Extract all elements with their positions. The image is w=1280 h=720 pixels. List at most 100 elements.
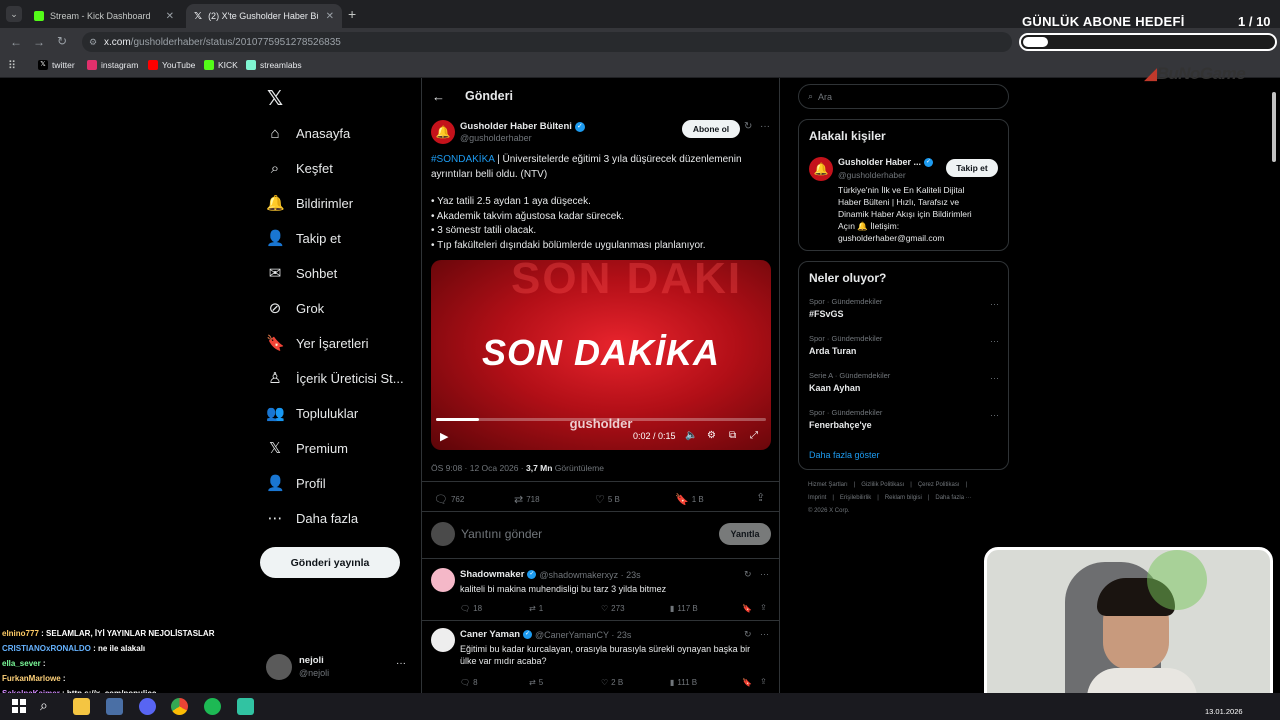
- subscribe-button[interactable]: Abone ol: [682, 120, 740, 138]
- reload-icon[interactable]: ↻: [57, 34, 67, 48]
- trend-item[interactable]: Spor · Gündemdekiler #FSvGS ···: [809, 297, 999, 319]
- footer-link[interactable]: Daha fazla ···: [935, 495, 971, 501]
- bookmark-icon[interactable]: 🔖: [742, 604, 752, 613]
- back-icon[interactable]: ←: [10, 35, 22, 49]
- repost-action[interactable]: ⇄ 5: [529, 678, 543, 687]
- more-icon[interactable]: ···: [990, 299, 999, 309]
- discord-icon[interactable]: [139, 698, 156, 715]
- close-tab-icon[interactable]: ✕: [166, 11, 174, 22]
- nav-item-more[interactable]: ⋯ Daha fazla: [266, 504, 359, 532]
- volume-icon[interactable]: 🔈: [685, 430, 697, 441]
- bookmark-action[interactable]: 🔖 1 B: [675, 493, 704, 506]
- nav-item-search[interactable]: ⌕ Keşfet: [266, 154, 333, 182]
- account-switcher[interactable]: nejoli @nejoli ···: [266, 652, 410, 682]
- footer-link[interactable]: Hizmet Şartları: [808, 482, 848, 488]
- post-button[interactable]: Gönderi yayınla: [260, 547, 400, 578]
- bookmark-instagram[interactable]: instagram: [87, 60, 138, 70]
- grok-icon[interactable]: ↻: [744, 629, 752, 640]
- like-action[interactable]: ♡ 273: [601, 604, 625, 613]
- more-icon[interactable]: ···: [990, 373, 999, 383]
- share-icon[interactable]: ⇪: [760, 603, 767, 612]
- back-arrow-icon[interactable]: ←: [432, 89, 445, 104]
- bookmark-icon[interactable]: 🔖: [742, 678, 752, 687]
- nav-item-bookmark[interactable]: 🔖 Yer İşaretleri: [266, 329, 369, 357]
- play-icon[interactable]: ▶: [440, 430, 448, 443]
- footer-link[interactable]: Erişilebilirlik: [840, 495, 871, 501]
- author-avatar[interactable]: 🔔: [431, 120, 455, 144]
- avatar[interactable]: [431, 628, 455, 652]
- forward-icon[interactable]: →: [33, 35, 45, 49]
- more-icon[interactable]: ···: [760, 629, 769, 639]
- page-scrollbar[interactable]: [1272, 92, 1276, 162]
- bookmark-youtube[interactable]: YouTube: [148, 60, 195, 70]
- windows-start-icon[interactable]: [12, 699, 26, 713]
- bookmark-twitter[interactable]: 𝕏twitter: [38, 60, 75, 70]
- avatar[interactable]: [431, 568, 455, 592]
- footer-link[interactable]: Reklam bilgisi: [885, 495, 922, 501]
- pip-icon[interactable]: ⧉: [729, 430, 736, 441]
- nav-item-home[interactable]: ⌂ Anasayfa: [266, 119, 350, 147]
- repost-action[interactable]: ⇄ 1: [529, 604, 543, 613]
- more-icon[interactable]: ···: [760, 569, 769, 579]
- like-action[interactable]: ♡ 5 B: [595, 493, 620, 506]
- streamlabs-icon[interactable]: [237, 698, 254, 715]
- video-seek-bar[interactable]: [436, 418, 766, 421]
- footer-link[interactable]: Gizlilik Politikası: [861, 482, 904, 488]
- views-action[interactable]: ▮ 117 B: [670, 604, 698, 613]
- show-more-link[interactable]: Daha fazla göster: [809, 450, 880, 460]
- trend-item[interactable]: Spor · Gündemdekiler Fenerbahçe'ye ···: [809, 408, 999, 430]
- grok-icon[interactable]: ↻: [744, 121, 752, 132]
- footer-link[interactable]: Çerez Politikası: [918, 482, 960, 488]
- reply-author[interactable]: Shadowmaker ✓ @shadowmakerxyz · 23s: [460, 569, 641, 580]
- grok-icon[interactable]: ↻: [744, 569, 752, 580]
- nav-item-creator[interactable]: ♙ İçerik Üreticisi St...: [266, 364, 403, 392]
- more-icon[interactable]: ···: [990, 410, 999, 420]
- share-icon[interactable]: ⇪: [760, 677, 767, 686]
- reply-item[interactable]: Caner Yaman ✓ @CanerYamanCY · 23s ↻ ··· Eğiti…: [422, 626, 779, 687]
- reply-item[interactable]: Shadowmaker ✓ @shadowmakerxyz · 23s ↻ ··· kal…: [422, 566, 779, 624]
- reply-button[interactable]: Yanıtla: [719, 523, 771, 545]
- taskbar-search-icon[interactable]: ⌕: [40, 697, 48, 714]
- nav-item-bell[interactable]: 🔔 Bildirimler: [266, 189, 353, 217]
- nav-item-profile[interactable]: 👤 Profil: [266, 469, 326, 497]
- app-icon[interactable]: [106, 698, 123, 715]
- follow-button[interactable]: Takip et: [946, 159, 998, 177]
- more-icon[interactable]: ···: [760, 121, 770, 132]
- views-action[interactable]: ▮ 111 B: [670, 678, 697, 687]
- video-player[interactable]: SON DAKİ SON DAKİKA gusholder ▶ 0:02 / 0…: [431, 260, 771, 450]
- spotify-icon[interactable]: [204, 698, 221, 715]
- settings-icon[interactable]: ⚙: [707, 430, 716, 441]
- nav-item-communities[interactable]: 👥 Topluluklar: [266, 399, 358, 427]
- nav-item-x[interactable]: 𝕏 Premium: [266, 434, 348, 462]
- tab-search-button[interactable]: ⌄: [6, 6, 22, 22]
- author-name[interactable]: Gusholder Haber Bülteni ✓: [460, 121, 585, 132]
- search-input[interactable]: ⌕ Ara: [798, 84, 1009, 109]
- reply-action[interactable]: 🗨 762: [434, 493, 464, 506]
- bookmark-kick[interactable]: KICK: [204, 60, 238, 70]
- chrome-icon[interactable]: [171, 698, 188, 715]
- site-info-icon[interactable]: ⚙: [89, 37, 97, 48]
- tab-x-post[interactable]: 𝕏 (2) X'te Gusholder Haber Bülten ✕: [186, 4, 342, 28]
- related-avatar[interactable]: 🔔: [809, 157, 833, 181]
- related-name[interactable]: Gusholder Haber ... ✓: [838, 157, 934, 167]
- close-tab-icon[interactable]: ✕: [326, 11, 334, 22]
- fullscreen-icon[interactable]: ⤢: [750, 430, 758, 441]
- hashtag-link[interactable]: #SONDAKİKA: [431, 154, 494, 165]
- reply-author[interactable]: Caner Yaman ✓ @CanerYamanCY · 23s: [460, 629, 631, 640]
- x-home-logo[interactable]: 𝕏: [267, 86, 283, 111]
- tab-kick-dashboard[interactable]: Stream - Kick Dashboard ✕: [26, 4, 182, 28]
- apps-grid-icon[interactable]: ⠿: [8, 59, 16, 72]
- nav-item-mail[interactable]: ✉ Sohbet: [266, 259, 338, 287]
- like-action[interactable]: ♡ 2 B: [601, 678, 623, 687]
- reply-action[interactable]: 🗨 18: [460, 604, 482, 613]
- bookmark-streamlabs[interactable]: streamlabs: [246, 60, 302, 70]
- footer-link[interactable]: Imprint: [808, 495, 826, 501]
- nav-item-follow[interactable]: 👤 Takip et: [266, 224, 341, 252]
- reply-action[interactable]: 🗨 8: [460, 678, 478, 687]
- new-tab-button[interactable]: +: [348, 6, 356, 22]
- reply-input[interactable]: Yanıtını gönder: [461, 527, 542, 541]
- more-icon[interactable]: ···: [990, 336, 999, 346]
- trend-item[interactable]: Serie A · Gündemdekiler Kaan Ayhan ···: [809, 371, 999, 393]
- nav-item-grok[interactable]: ⊘ Grok: [266, 294, 324, 322]
- file-explorer-icon[interactable]: [73, 698, 90, 715]
